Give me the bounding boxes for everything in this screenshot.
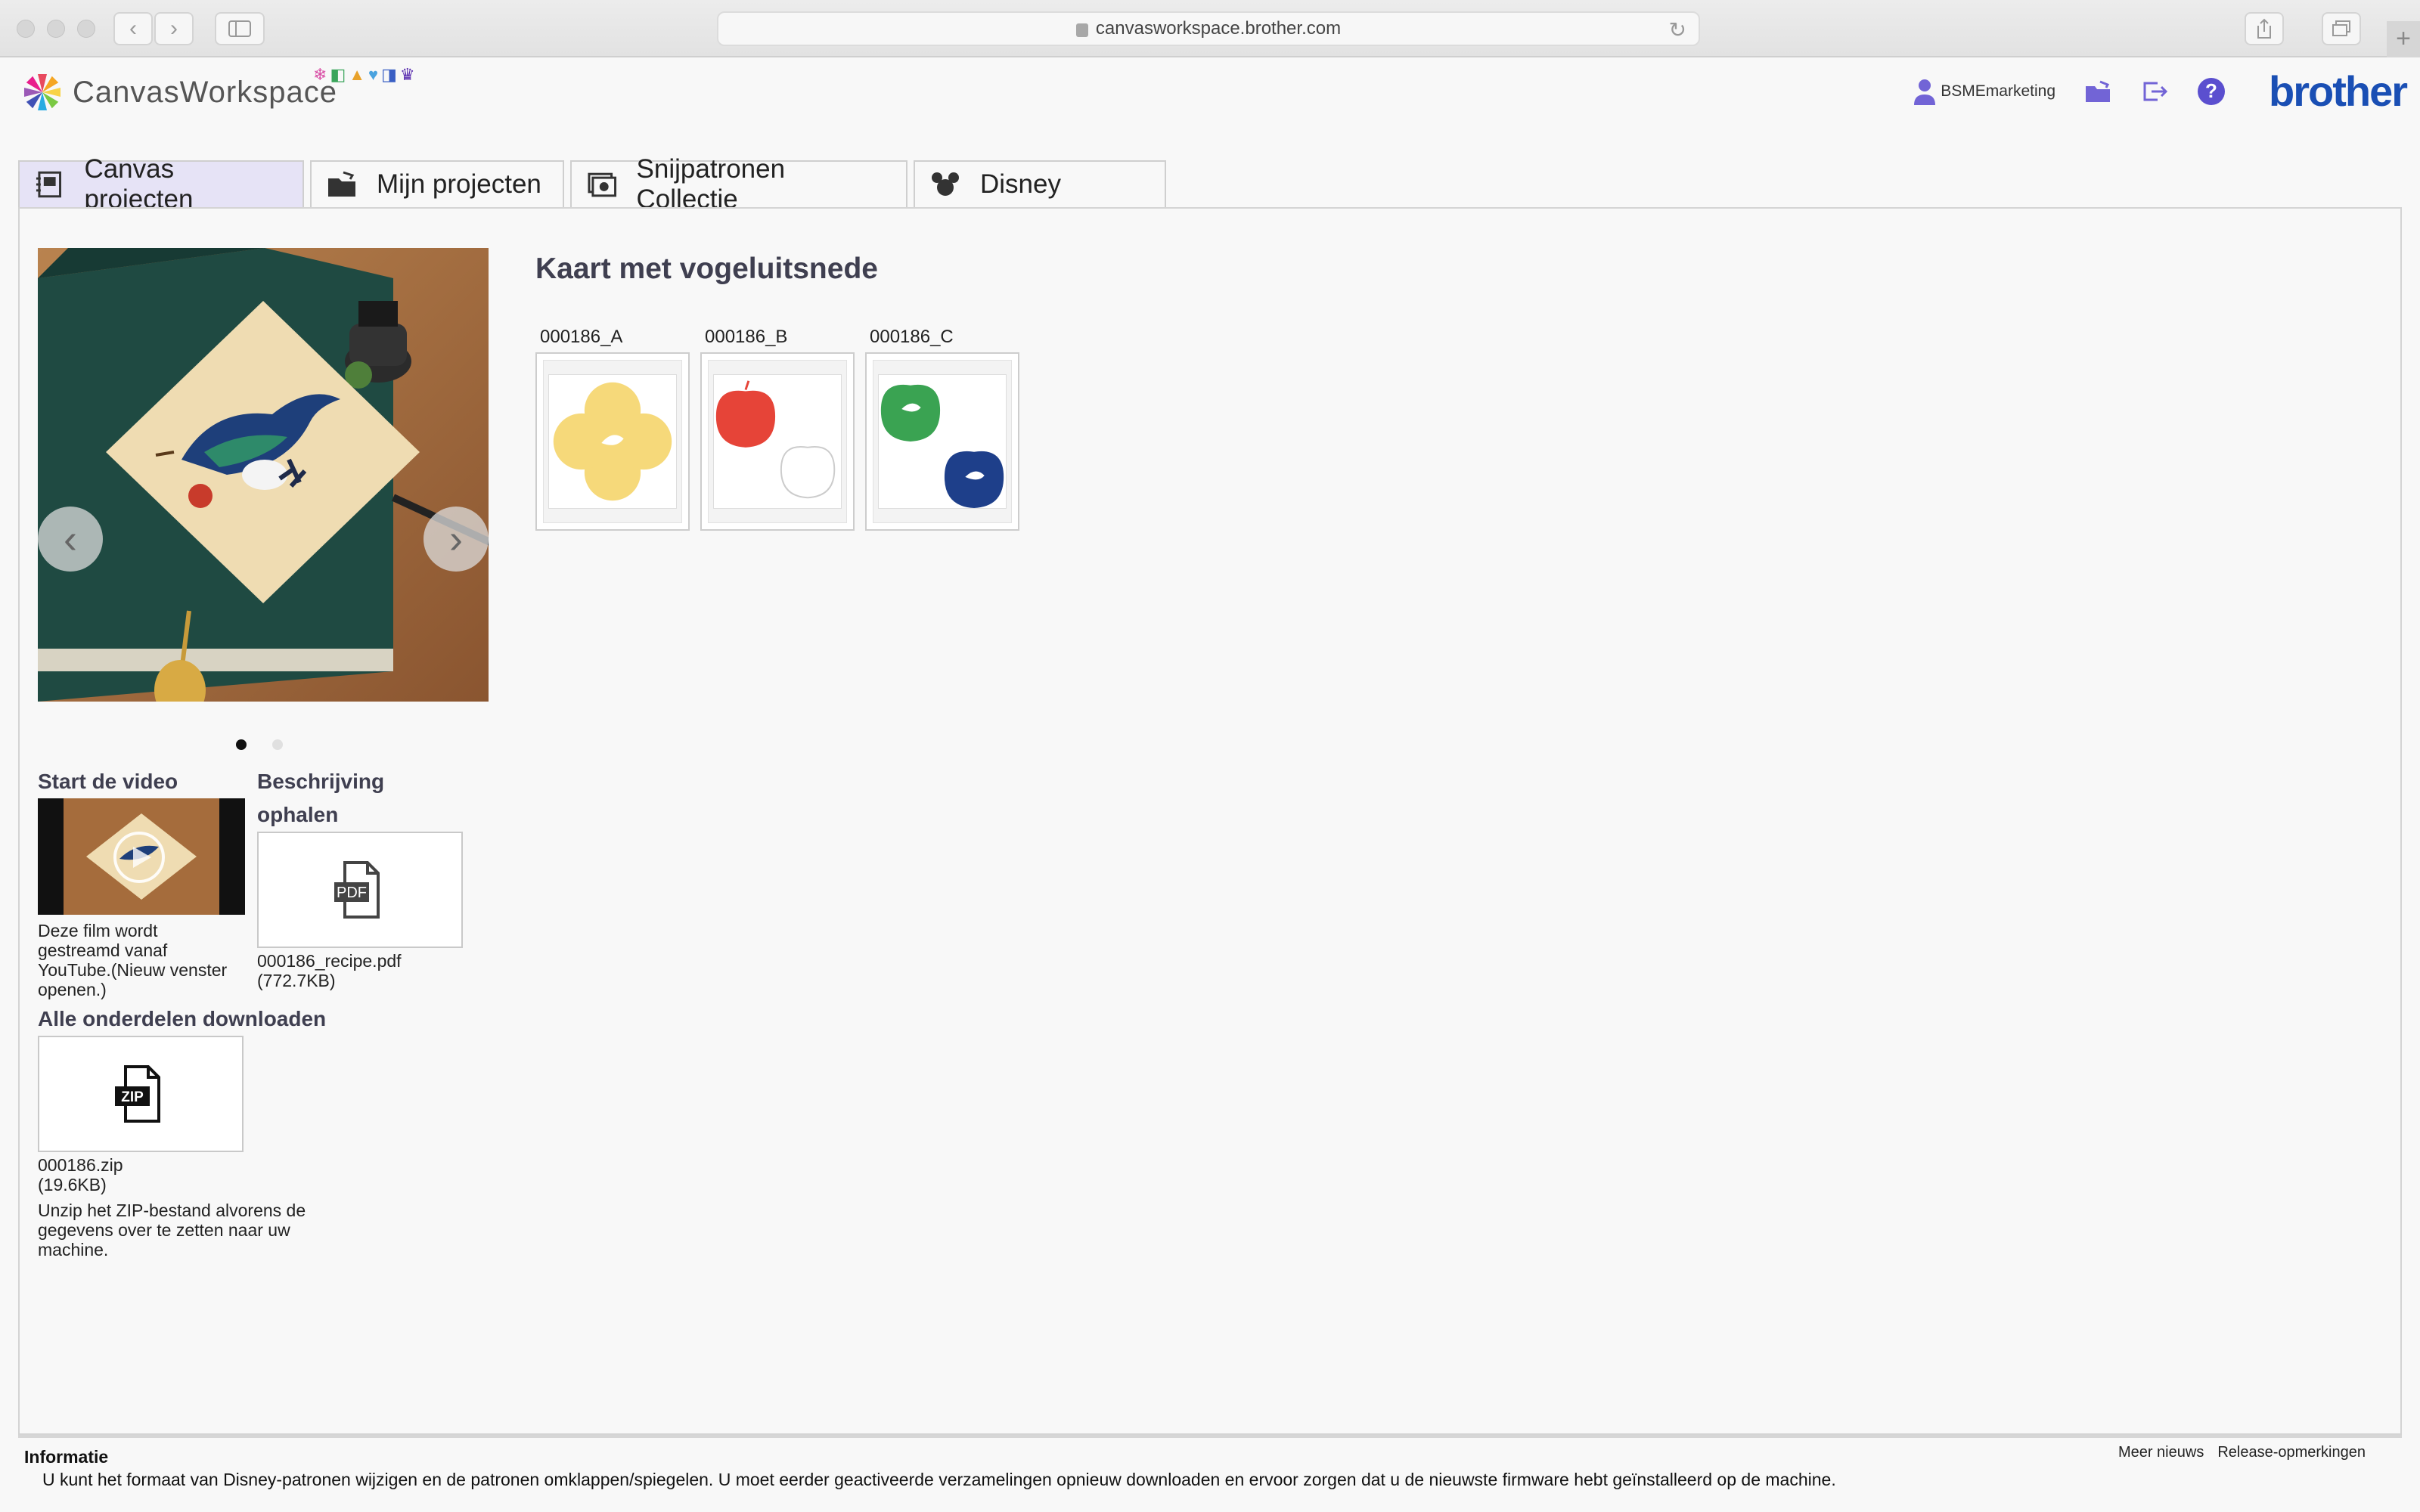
sidebar-icon [228, 20, 251, 37]
new-tab-button[interactable]: + [2387, 21, 2420, 57]
pattern-b-preview [715, 380, 836, 499]
back-button[interactable]: ‹ [113, 12, 153, 45]
video-note: Deze film wordt gestreamd vanaf YouTube.… [38, 921, 228, 999]
pattern-thumbnail[interactable] [700, 352, 855, 531]
pattern-card-a[interactable]: 000186_A [535, 327, 690, 531]
carousel-indicator [236, 739, 283, 750]
pattern-a-preview [553, 382, 672, 501]
tab-canvas-projecten[interactable]: Canvas projecten [18, 154, 304, 214]
heart-icon: ♥ [368, 65, 379, 84]
carousel-prev-button[interactable]: ‹ [38, 507, 103, 572]
crown-icon: ♛ [399, 65, 415, 84]
chevron-right-icon: › [449, 516, 463, 562]
video-thumbnail[interactable] [38, 798, 245, 915]
cake-icon: ▲ [349, 65, 366, 84]
logo-flower-icon [24, 74, 60, 110]
zip-icon-label: ZIP [121, 1089, 144, 1105]
reload-icon[interactable]: ↻ [1669, 17, 1686, 42]
help-icon: ? [2205, 79, 2217, 102]
share-icon [2257, 18, 2271, 39]
header-actions: BSMEmarketing ? brother [1913, 67, 2408, 116]
pdf-icon-label: PDF [337, 885, 367, 901]
info-text: U kunt het formaat van Disney-patronen w… [42, 1470, 1836, 1489]
tab-mijn-projecten[interactable]: Mijn projecten [310, 160, 564, 207]
chevron-left-icon: ‹ [129, 16, 137, 41]
address-bar[interactable]: canvasworkspace.brother.com ↻ [717, 11, 1700, 46]
book-icon: ◨ [381, 65, 397, 84]
user-icon [1914, 79, 1936, 105]
video-heading: Start de video [38, 770, 178, 793]
video-preview [64, 798, 219, 915]
tab-label: Snijpatronen Collectie [636, 154, 786, 214]
cut-patterns-icon [588, 172, 617, 197]
sidebar-toggle-button[interactable] [215, 12, 265, 45]
carousel-dot-2[interactable] [272, 739, 283, 750]
info-bar: Informatie U kunt het formaat van Disney… [18, 1435, 2402, 1512]
pattern-thumbnail[interactable] [535, 352, 690, 531]
collection-badges: ❄ ◧ ▲ ♥ ◨ ♛ [313, 65, 415, 85]
carousel-dot-1[interactable] [236, 739, 247, 750]
zip-filename: 000186.zip [38, 1155, 123, 1175]
leaf-badge-icon: ◧ [330, 65, 346, 84]
zip-download-button[interactable]: ZIP [38, 1036, 244, 1152]
window-close-button[interactable] [17, 20, 35, 38]
pdf-filename: 000186_recipe.pdf [257, 951, 402, 971]
pattern-thumbnail[interactable] [865, 352, 1019, 531]
logo-text: CanvasWorkspace [73, 75, 337, 109]
window-zoom-button[interactable] [77, 20, 95, 38]
carousel-next-button[interactable]: › [424, 507, 489, 572]
snowflake-icon: ❄ [313, 65, 327, 84]
project-title: Kaart met vogeluitsnede [535, 253, 878, 285]
lock-icon [1075, 23, 1088, 37]
my-projects-icon [328, 171, 355, 197]
tabs-icon [2332, 20, 2350, 36]
main-tabs: Canvas projecten Mijn projecten Snijpatr… [18, 154, 1166, 214]
chevron-left-icon: ‹ [64, 516, 77, 562]
brother-logo[interactable]: brother [2269, 67, 2408, 116]
folder-icon [2086, 80, 2110, 102]
tab-label: Disney [980, 169, 1061, 199]
tab-snijpatronen-collectie[interactable]: Snijpatronen Collectie [570, 154, 908, 214]
forward-button[interactable]: › [154, 12, 194, 45]
pattern-label: 000186_A [540, 327, 623, 347]
chevron-right-icon: › [170, 16, 178, 41]
zip-icon: ZIP [115, 1065, 160, 1123]
pdf-download-button[interactable]: PDF [257, 832, 463, 948]
info-heading: Informatie [24, 1447, 109, 1467]
logout-button[interactable] [2140, 76, 2170, 107]
help-button[interactable]: ? [2198, 77, 2225, 105]
release-notes-link[interactable]: Release-opmerkingen [2217, 1444, 2366, 1461]
pdf-icon: PDF [334, 861, 380, 919]
bird-card-photo [38, 248, 489, 702]
browser-toolbar: ‹ › canvasworkspace.brother.com ↻ + [0, 0, 2420, 57]
zip-note: Unzip het ZIP-bestand alvorens de gegeve… [38, 1201, 306, 1259]
pattern-card-c[interactable]: 000186_C [865, 327, 1019, 531]
project-image [38, 248, 489, 702]
pattern-c-preview [880, 384, 1004, 508]
logout-icon [2143, 82, 2168, 101]
window-minimize-button[interactable] [47, 20, 65, 38]
more-news-link[interactable]: Meer nieuws [2118, 1444, 2204, 1461]
tab-label: Mijn projecten [377, 169, 541, 199]
pattern-card-b[interactable]: 000186_B [700, 327, 855, 531]
tabs-overview-button[interactable] [2322, 12, 2361, 45]
tab-label: Canvas projecten [84, 154, 194, 214]
user-account[interactable]: BSMEmarketing [1913, 78, 2055, 105]
disney-icon [932, 172, 959, 196]
tab-disney[interactable]: Disney [914, 160, 1166, 207]
username: BSMEmarketing [1941, 82, 2055, 100]
download-heading: Alle onderdelen downloaden [38, 1007, 327, 1030]
pdf-filesize: (772.7KB) [257, 971, 336, 990]
pattern-label: 000186_C [870, 327, 954, 347]
share-button[interactable] [2245, 12, 2284, 45]
info-links: Meer nieuws Release-opmerkingen [2118, 1444, 2366, 1461]
pattern-label: 000186_B [705, 327, 788, 347]
url-text: canvasworkspace.brother.com [1095, 18, 1342, 39]
projects-folder-button[interactable] [2083, 76, 2113, 107]
canvas-projects-icon [36, 171, 62, 198]
zip-filesize: (19.6KB) [38, 1175, 107, 1194]
description-heading: Beschrijving ophalen [257, 770, 385, 826]
plus-icon: + [2396, 24, 2411, 53]
canvasworkspace-logo[interactable]: CanvasWorkspace [21, 71, 337, 113]
